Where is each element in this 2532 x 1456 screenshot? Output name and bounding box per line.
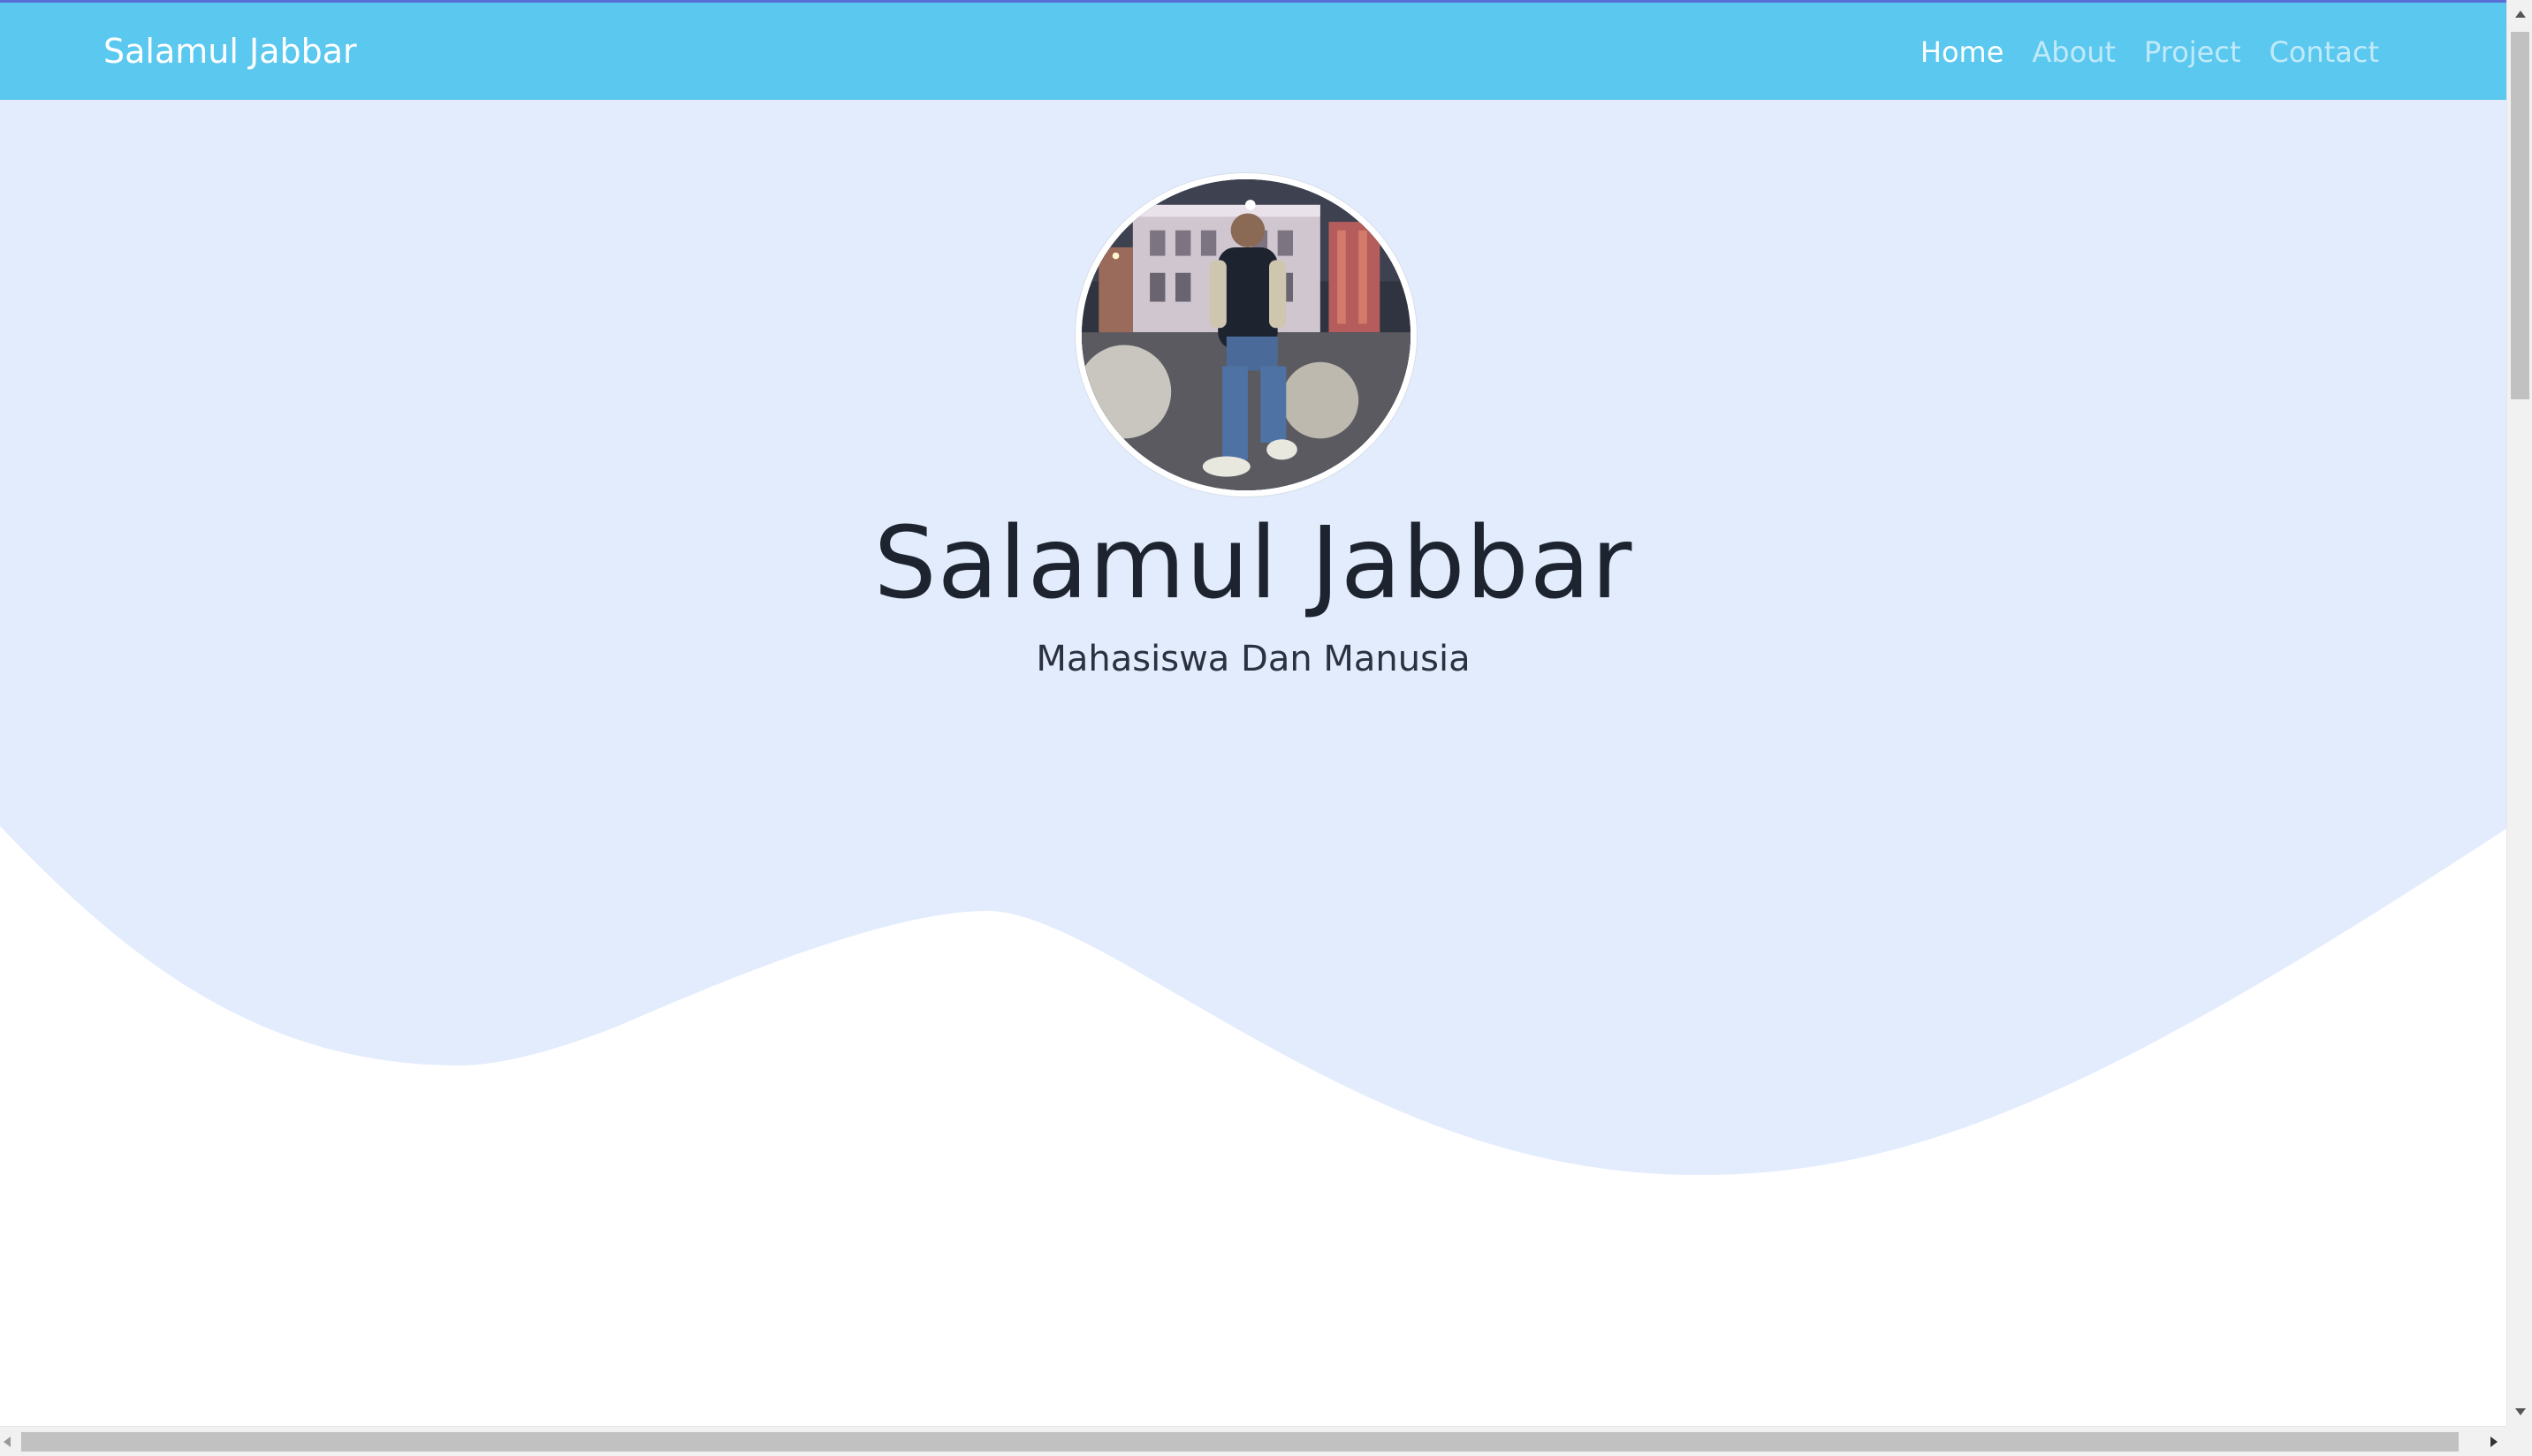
- nav-link-about[interactable]: About: [2032, 32, 2116, 69]
- hero-subtitle: Mahasiswa Dan Manusia: [1036, 639, 1471, 679]
- nav-link-project[interactable]: Project: [2144, 32, 2240, 69]
- scroll-right-arrow-icon[interactable]: [2490, 1437, 2498, 1447]
- horizontal-scrollbar[interactable]: [0, 1426, 2506, 1456]
- vertical-scrollbar[interactable]: [2506, 0, 2532, 1426]
- horizontal-scroll-thumb[interactable]: [21, 1432, 2459, 1452]
- scrollbar-corner: [2506, 1426, 2532, 1456]
- page: Salamul Jabbar Home About Project Contac…: [0, 0, 2506, 1426]
- navbar-brand[interactable]: Salamul Jabbar: [103, 0, 357, 100]
- nav-link-home[interactable]: Home: [1920, 32, 2004, 69]
- navbar: Salamul Jabbar Home About Project Contac…: [0, 0, 2506, 100]
- vertical-scroll-thumb[interactable]: [2511, 32, 2529, 399]
- window-top-border: [0, 0, 2506, 3]
- hero-section: Salamul Jabbar Mahasiswa Dan Manusia: [0, 100, 2506, 1426]
- scroll-up-arrow-icon[interactable]: [2515, 11, 2526, 18]
- scroll-down-arrow-icon[interactable]: [2515, 1408, 2526, 1415]
- browser-viewport: Salamul Jabbar Home About Project Contac…: [0, 0, 2532, 1456]
- nav-link-contact[interactable]: Contact: [2270, 32, 2380, 69]
- nav-links: Home About Project Contact: [1920, 0, 2379, 100]
- profile-photo-icon: [1082, 179, 1410, 490]
- profile-avatar: [1076, 173, 1417, 497]
- hero-title: Salamul Jabbar: [873, 506, 1633, 621]
- scroll-left-arrow-icon[interactable]: [4, 1437, 11, 1447]
